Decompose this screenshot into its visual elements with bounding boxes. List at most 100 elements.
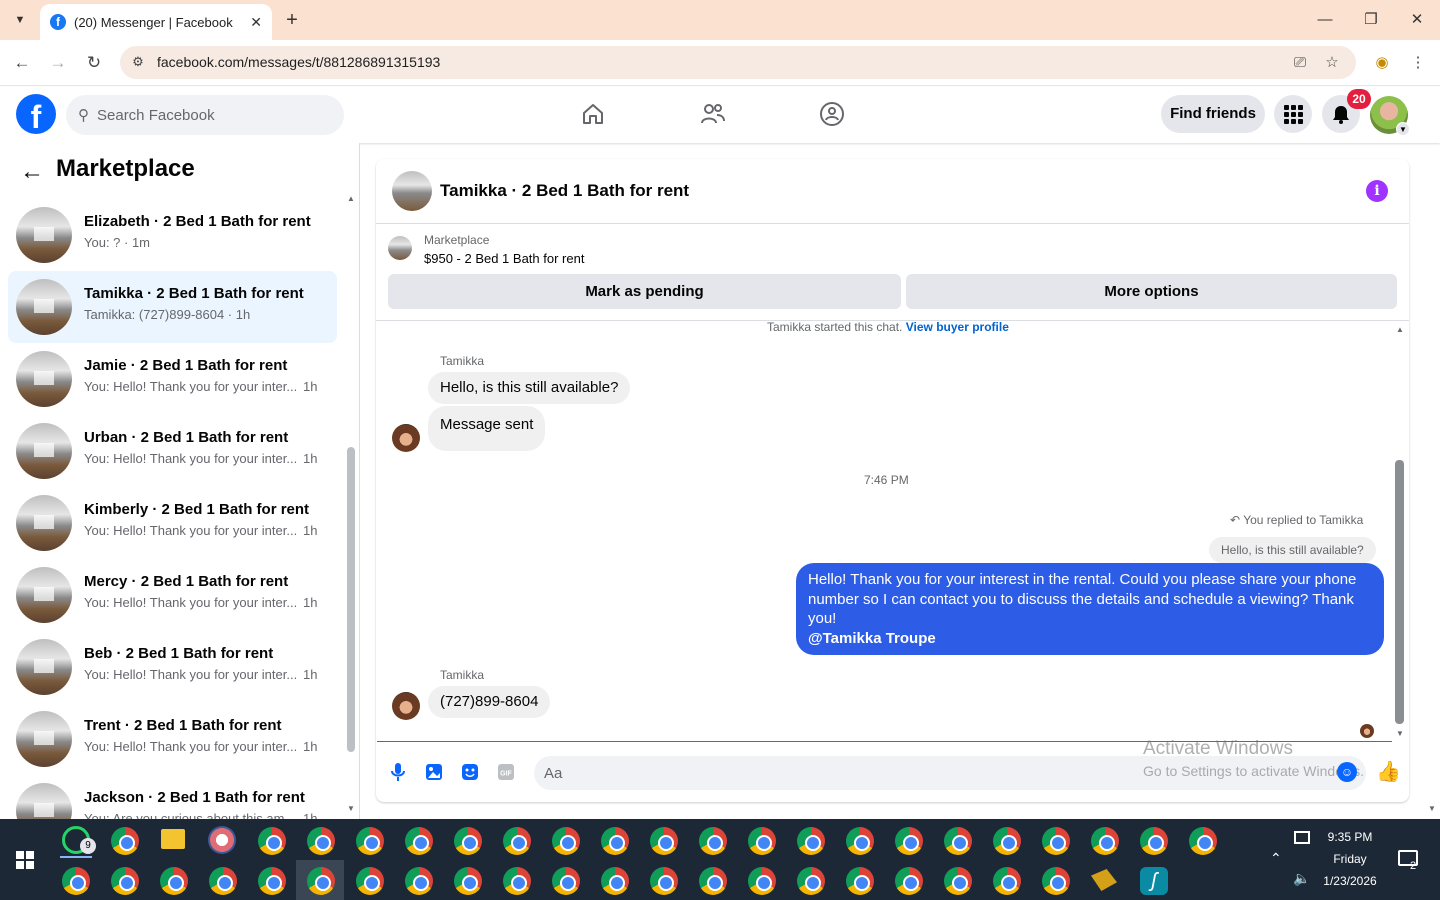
chat-listing-avatar[interactable] [392,171,432,211]
menu-dots-icon[interactable]: ⋮ [1407,52,1429,74]
tab-close-icon[interactable]: ✕ [250,14,262,31]
chrome-taskbar-icon[interactable] [748,867,776,895]
chrome-taskbar-icon[interactable] [1042,867,1070,895]
incoming-message[interactable]: Hello, is this still available? [428,372,631,404]
listing-title[interactable]: $950 - 2 Bed 1 Bath for rent [424,251,584,266]
scroll-up-arrow-icon[interactable]: ▲ [347,194,355,203]
chrome-taskbar-icon[interactable] [111,827,139,855]
chrome-taskbar-icon[interactable] [1042,827,1070,855]
chrome-taskbar-icon[interactable] [748,827,776,855]
tray-overflow-chevron-icon[interactable]: ⌃ [1270,850,1282,867]
conversation-item[interactable]: Jamie · 2 Bed 1 Bath for rent You: Hello… [8,343,337,415]
new-tab-plus-icon[interactable]: + [282,8,302,32]
volume-icon[interactable]: 🔈 [1293,870,1310,887]
chat-title[interactable]: Tamikka · 2 Bed 1 Bath for rent [440,181,689,201]
chrome-taskbar-icon[interactable] [993,867,1021,895]
profile-icon[interactable]: ◉ [1371,52,1393,74]
app-s-taskbar-icon[interactable]: ʃ [1140,867,1168,895]
chrome-taskbar-icon[interactable] [209,867,237,895]
photo-icon[interactable] [424,762,444,782]
outgoing-message[interactable]: Hello! Thank you for your interest in th… [796,563,1384,655]
chrome-taskbar-icon[interactable] [944,827,972,855]
friends-icon[interactable] [699,100,727,128]
chrome-taskbar-icon[interactable] [405,867,433,895]
chrome-taskbar-icon[interactable] [601,827,629,855]
sticker-icon[interactable] [460,762,480,782]
chrome-taskbar-icon[interactable] [111,867,139,895]
facebook-logo[interactable]: f [16,94,56,134]
chrome-taskbar-icon[interactable] [895,867,923,895]
page-scroll-down-arrow-icon[interactable]: ▼ [1428,804,1436,813]
conversation-item[interactable]: Elizabeth · 2 Bed 1 Bath for rent You: ?… [8,199,337,271]
back-arrow-icon[interactable]: ← [20,158,44,186]
microphone-icon[interactable] [388,762,408,782]
bookmark-star-icon[interactable]: ☆ [1321,52,1343,74]
chrome-taskbar-icon[interactable] [356,827,384,855]
chrome-taskbar-icon[interactable] [405,827,433,855]
conversation-item-active[interactable]: Tamikka · 2 Bed 1 Bath for rent Tamikka:… [8,271,337,343]
listing-thumbnail[interactable] [388,236,412,260]
paint-app-icon[interactable] [208,826,236,854]
incoming-message[interactable]: Message sent [428,406,546,451]
chrome-taskbar-icon[interactable] [797,827,825,855]
groups-icon[interactable] [818,100,846,128]
incoming-message[interactable]: (727)899-8604 [428,686,551,718]
more-options-button[interactable]: More options [906,274,1397,309]
chrome-taskbar-icon[interactable] [503,827,531,855]
chat-scroll-up-arrow-icon[interactable]: ▲ [1396,325,1404,334]
reload-icon[interactable]: ↻ [82,52,106,74]
conversation-item[interactable]: Jackson · 2 Bed 1 Bath for rent You: Are… [8,775,337,819]
tamikka-avatar[interactable] [392,424,420,452]
info-icon[interactable]: i [1366,180,1388,202]
chrome-taskbar-icon[interactable] [454,867,482,895]
view-buyer-profile-link[interactable]: View buyer profile [906,320,1009,334]
mark-pending-button[interactable]: Mark as pending [388,274,901,309]
chrome-taskbar-icon[interactable] [846,867,874,895]
gif-icon[interactable]: GIF [496,762,516,782]
browser-tab[interactable]: f (20) Messenger | Facebook ✕ [40,4,272,40]
chrome-taskbar-icon[interactable] [797,867,825,895]
chrome-taskbar-icon[interactable] [356,867,384,895]
chrome-taskbar-icon[interactable] [846,827,874,855]
chrome-taskbar-icon[interactable] [454,827,482,855]
tray-date[interactable]: 1/23/2026 [1318,874,1382,888]
site-settings-icon[interactable]: ⚙ [128,52,148,72]
conversation-list-scrollbar[interactable] [347,447,355,752]
install-app-icon[interactable]: ⎚ [1289,52,1311,74]
back-arrow-icon[interactable]: ← [10,52,34,74]
chrome-taskbar-icon[interactable] [62,867,90,895]
tamikka-avatar[interactable] [392,692,420,720]
chrome-taskbar-icon[interactable] [307,827,335,855]
tray-time[interactable]: 9:35 PM [1322,830,1378,844]
chrome-taskbar-icon[interactable] [1140,827,1168,855]
quoted-message[interactable]: Hello, is this still available? [1209,537,1376,563]
conversation-item[interactable]: Trent · 2 Bed 1 Bath for rent You: Hello… [8,703,337,775]
scroll-down-arrow-icon[interactable]: ▼ [347,804,355,813]
chrome-taskbar-icon[interactable] [650,827,678,855]
chrome-taskbar-icon[interactable] [944,867,972,895]
maximize-icon[interactable]: ❐ [1356,8,1386,32]
conversation-item[interactable]: Mercy · 2 Bed 1 Bath for rent You: Hello… [8,559,337,631]
url-text[interactable]: facebook.com/messages/t/881286891315193 [157,54,440,70]
mention-link[interactable]: @Tamikka Troupe [808,630,936,647]
chrome-taskbar-icon[interactable] [699,827,727,855]
tray-day[interactable]: Friday [1322,852,1378,866]
tab-list-chevron-icon[interactable]: ▼ [8,8,32,32]
chrome-taskbar-icon[interactable] [258,867,286,895]
conversation-item[interactable]: Kimberly · 2 Bed 1 Bath for rent You: He… [8,487,337,559]
home-icon[interactable] [579,100,607,128]
menu-grid-icon[interactable] [1274,95,1312,133]
windows-start-icon[interactable] [16,851,34,869]
find-friends-button[interactable]: Find friends [1161,95,1265,133]
chat-scroll-down-arrow-icon[interactable]: ▼ [1396,729,1404,738]
network-icon[interactable] [1294,831,1310,844]
chrome-taskbar-icon[interactable] [160,867,188,895]
chrome-taskbar-icon[interactable] [258,827,286,855]
chrome-taskbar-icon[interactable] [503,867,531,895]
chrome-taskbar-icon[interactable] [552,827,580,855]
chrome-taskbar-icon[interactable] [1091,827,1119,855]
chrome-taskbar-icon[interactable] [993,827,1021,855]
conversation-item[interactable]: Beb · 2 Bed 1 Bath for rent You: Hello! … [8,631,337,703]
chrome-taskbar-icon[interactable] [601,867,629,895]
minimize-icon[interactable]: — [1310,8,1340,32]
